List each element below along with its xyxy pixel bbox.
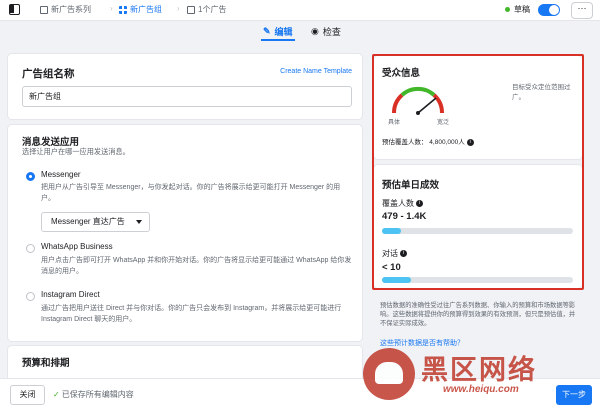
audience-card: 受众信息 具体 宽泛 目标受众定位范围过广。 预估覆盖人数： 4,800,000… bbox=[374, 56, 582, 159]
info-icon[interactable]: i bbox=[466, 138, 474, 146]
mode-tabs: ✎ 编辑 ◉ 检查 bbox=[0, 20, 600, 44]
radio-messenger[interactable] bbox=[26, 172, 35, 181]
audience-gauge bbox=[391, 86, 445, 115]
adset-name-card: 广告组名称 Create Name Template 新广告组 bbox=[8, 54, 362, 119]
tab-review[interactable]: ◉ 检查 bbox=[311, 25, 341, 38]
ad-page-icon bbox=[187, 5, 195, 14]
watermark-text: 黑区网络 bbox=[421, 355, 537, 386]
helpful-feedback-link[interactable]: 这些预计数据是否有帮助？ bbox=[380, 338, 464, 348]
reach-value: 479 - 1.4K bbox=[382, 211, 427, 222]
reach-label-row: 覆盖人数 i bbox=[382, 198, 423, 209]
adset-name-title: 广告组名称 bbox=[22, 68, 75, 80]
conversation-bar-fill bbox=[382, 277, 411, 283]
reach-bar bbox=[382, 228, 573, 234]
gauge-left-label: 具体 bbox=[388, 120, 401, 126]
caret-down-icon bbox=[136, 220, 142, 224]
pencil-icon: ✎ bbox=[263, 26, 271, 36]
breadcrumb-ad[interactable]: 1个广告 bbox=[187, 4, 226, 15]
gauge-right-label: 宽泛 bbox=[437, 120, 450, 126]
option-title-instagram: Instagram Direct bbox=[41, 290, 100, 299]
reach-bar-fill bbox=[382, 228, 402, 234]
adset-toggle[interactable] bbox=[538, 4, 560, 16]
close-button[interactable]: 关闭 bbox=[10, 385, 45, 405]
check-icon: ✓ bbox=[53, 390, 60, 399]
tab-edit[interactable]: ✎ 编辑 bbox=[261, 25, 295, 41]
info-icon[interactable]: i bbox=[400, 250, 407, 258]
radio-instagram[interactable] bbox=[26, 292, 35, 301]
audience-title: 受众信息 bbox=[382, 68, 421, 79]
breadcrumb-adset[interactable]: 新广告组 bbox=[119, 4, 162, 15]
option-title-whatsapp: WhatsApp Business bbox=[41, 242, 113, 251]
breadcrumb-campaign[interactable]: 新广告系列 bbox=[40, 4, 91, 15]
option-desc-instagram: 通过广告把用户送往 Direct 并与你对话。你的广告只会发布到 Instagr… bbox=[41, 305, 342, 323]
draft-status: 草稿 bbox=[505, 4, 530, 15]
eye-icon: ◉ bbox=[311, 26, 319, 36]
estimate-title: 预估单日成效 bbox=[382, 180, 440, 191]
conversation-value: < 10 bbox=[382, 262, 401, 273]
option-desc-messenger: 把用户从广告引导至 Messenger，与你发起对话。你的广告将展示给更可能打开… bbox=[41, 184, 341, 202]
messaging-subtitle: 选择让用户在哪一应用发送消息。 bbox=[22, 147, 130, 156]
sidebar-toggle-icon[interactable] bbox=[9, 4, 20, 15]
conversation-bar bbox=[382, 277, 573, 283]
top-bar: 新广告系列 › 新广告组 › 1个广告 草稿 ··· bbox=[0, 0, 600, 21]
status-dot-icon bbox=[505, 7, 510, 12]
watermark-logo-icon bbox=[363, 348, 415, 400]
audience-note: 目标受众定位范围过广。 bbox=[512, 84, 571, 101]
messenger-destination-dropdown[interactable]: Messenger 直达广告 bbox=[41, 212, 150, 232]
option-title-messenger: Messenger bbox=[41, 170, 81, 179]
info-icon[interactable]: i bbox=[416, 200, 423, 208]
adset-grid-icon bbox=[119, 5, 127, 14]
adset-name-input[interactable]: 新广告组 bbox=[22, 86, 352, 107]
watermark: 黑区网络 www.heiqu.com bbox=[363, 348, 578, 404]
save-status: ✓ 已保存所有编辑内容 bbox=[53, 390, 134, 399]
audience-size: 预估覆盖人数： 4,800,000人 i bbox=[382, 136, 474, 146]
more-options-button[interactable]: ··· bbox=[571, 2, 593, 19]
conversation-label-row: 对话 i bbox=[382, 248, 407, 259]
watermark-url: www.heiqu.com bbox=[443, 384, 519, 395]
campaign-folder-icon bbox=[40, 5, 48, 14]
budget-title: 预算和排期 bbox=[22, 358, 70, 369]
breadcrumb-separator: › bbox=[177, 4, 180, 13]
estimate-disclaimer: 预估数据的准确性受过往广告系列数据、你输入的预算和市场数据等影响。这些数据将提供… bbox=[380, 302, 576, 327]
estimated-results-card: 预估单日成效 覆盖人数 i 479 - 1.4K 对话 i < 10 bbox=[374, 165, 582, 288]
option-desc-whatsapp: 用户点击广告即可打开 WhatsApp 并和你开始对话。你的广告将显示给更可能通… bbox=[41, 257, 352, 275]
create-name-template-link[interactable]: Create Name Template bbox=[280, 68, 352, 75]
radio-whatsapp[interactable] bbox=[26, 244, 35, 253]
messaging-app-card: 消息发送应用 选择让用户在哪一应用发送消息。 Messenger 把用户从广告引… bbox=[8, 125, 362, 341]
breadcrumb-separator: › bbox=[110, 4, 113, 13]
